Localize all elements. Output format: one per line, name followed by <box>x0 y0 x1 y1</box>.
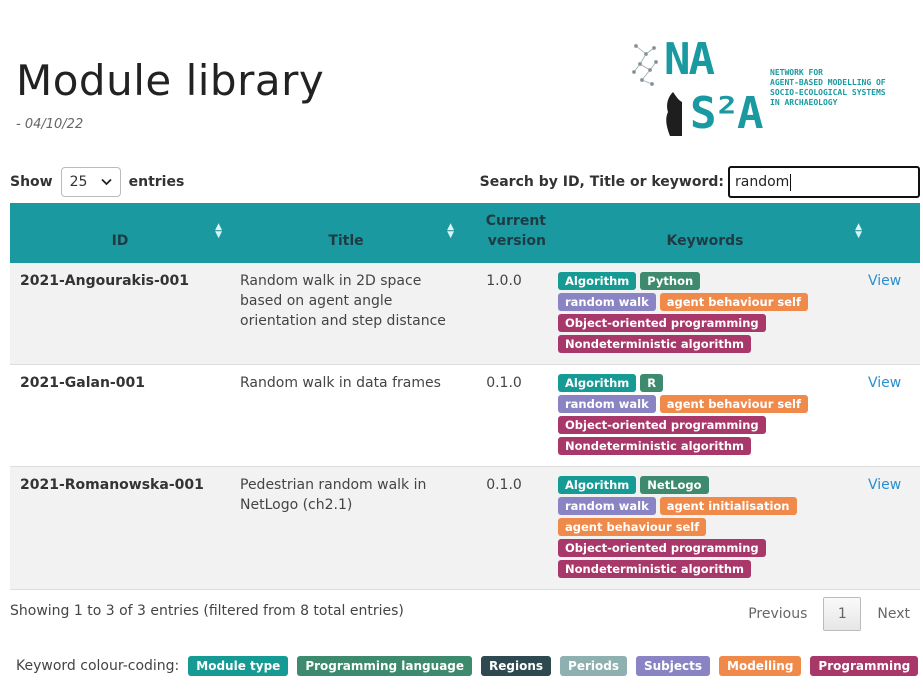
keyword-badge: Nondeterministic algorithm <box>558 560 751 578</box>
view-link[interactable]: View <box>864 365 920 466</box>
legend-badge: Module type <box>188 656 289 676</box>
network-icon <box>632 44 658 87</box>
legend-badge: Periods <box>560 656 627 676</box>
search-input[interactable]: random <box>728 166 920 198</box>
keyword-badge: Nondeterministic algorithm <box>558 437 751 455</box>
module-version: 0.1.0 <box>486 477 522 493</box>
column-header-version[interactable]: Current version <box>462 203 546 263</box>
table-footer: Showing 1 to 3 of 3 entries (filtered fr… <box>10 596 920 632</box>
keyword-list: Algorithm NetLogo random walk agent initial… <box>546 467 864 589</box>
show-label: Show <box>10 174 53 190</box>
table-header: ID ▲ ▼ Title ▲ ▼ Current version Keywords … <box>10 203 920 263</box>
table-row: 2021-Galan-001 Random walk in data frame… <box>10 365 920 467</box>
keyword-badge: Algorithm <box>558 476 637 494</box>
legend-badge: Programming language <box>297 656 473 676</box>
keyword-badge: R <box>640 374 664 392</box>
keyword-badge: Python <box>640 272 701 290</box>
page-1-button[interactable]: 1 <box>823 597 862 631</box>
keyword-badge: Object-oriented programming <box>558 314 766 332</box>
keyword-list: Algorithm Rrandom walk agent behaviour sel… <box>546 365 864 466</box>
keyword-legend: Keyword colour-coding: Module type Progra… <box>16 656 919 676</box>
entries-select[interactable]: 25 <box>60 167 121 197</box>
sort-icon: ▲ ▼ <box>855 222 862 240</box>
module-title: Random walk in data frames <box>240 375 441 391</box>
module-id: 2021-Galan-001 <box>20 375 145 391</box>
module-version: 1.0.0 <box>486 273 522 289</box>
table-row: 2021-Romanowska-001 Pedestrian random wa… <box>10 467 920 590</box>
page-date: - 04/10/22 <box>16 117 84 132</box>
keyword-badge: agent behaviour self <box>659 395 808 413</box>
table-row: 2021-Angourakis-001 Random walk in 2D sp… <box>10 263 920 365</box>
keyword-line: Object-oriented programming <box>558 416 854 434</box>
keyword-badge: random walk <box>558 395 656 413</box>
nas2a-logo: NA S²A NETWORK FOR AGENT-BASED MODELLING… <box>632 34 902 139</box>
keyword-line: Nondeterministic algorithm <box>558 335 854 353</box>
keyword-line: random walk agent behaviour self <box>558 395 854 413</box>
module-title: Random walk in 2D space based on agent a… <box>240 273 446 329</box>
keyword-badge: agent initialisation <box>659 497 797 515</box>
search-input-value: random <box>735 174 790 190</box>
legend-label: Keyword colour-coding: <box>16 658 180 674</box>
legend-badge: Programming <box>810 656 919 676</box>
logo-tagline: NETWORK FOR AGENT-BASED MODELLING OF SOC… <box>770 68 886 107</box>
keyword-line: Nondeterministic algorithm <box>558 560 854 578</box>
module-id: 2021-Romanowska-001 <box>20 477 204 493</box>
table-controls: Show 25 entries Search by ID, Title or k… <box>10 166 920 198</box>
keyword-line: random walk agent initialisation <box>558 497 854 515</box>
keyword-line: random walk agent behaviour self <box>558 293 854 311</box>
column-header-keywords[interactable]: Keywords ▲ ▼ <box>546 203 864 263</box>
entries-length-control: Show 25 entries <box>10 166 184 198</box>
logo-text-s2a: S²A <box>690 88 764 139</box>
column-header-actions <box>864 203 920 263</box>
keyword-line: Algorithm NetLogo <box>558 476 854 494</box>
sort-icon: ▲ ▼ <box>447 222 454 240</box>
keyword-badge: Nondeterministic algorithm <box>558 335 751 353</box>
entries-select-value: 25 <box>69 174 88 190</box>
previous-button[interactable]: Previous <box>738 606 817 622</box>
module-table: ID ▲ ▼ Title ▲ ▼ Current version Keywords … <box>10 203 920 590</box>
view-link[interactable]: View <box>864 263 920 364</box>
keyword-badge: Object-oriented programming <box>558 416 766 434</box>
keyword-badge: NetLogo <box>640 476 709 494</box>
legend-badge: Modelling <box>719 656 802 676</box>
keyword-badge: random walk <box>558 293 656 311</box>
keyword-line: Algorithm R <box>558 374 854 392</box>
legend-badge: Regions <box>481 656 552 676</box>
keyword-line: Nondeterministic algorithm <box>558 437 854 455</box>
keyword-badge: Object-oriented programming <box>558 539 766 557</box>
keyword-badge: random walk <box>558 497 656 515</box>
head-silhouette-icon <box>666 92 682 136</box>
pagination: Previous 1 Next <box>738 596 920 632</box>
sort-icon: ▲ ▼ <box>215 222 222 240</box>
next-button[interactable]: Next <box>867 606 920 622</box>
keyword-badge: agent behaviour self <box>659 293 808 311</box>
keyword-badge: agent behaviour self <box>558 518 707 536</box>
keyword-badge: Algorithm <box>558 374 637 392</box>
keyword-line: Object-oriented programming <box>558 314 854 332</box>
entries-label: entries <box>128 174 185 190</box>
logo-text-na: NA <box>664 34 715 85</box>
legend-items: Module type Programming language Regions Pe… <box>188 656 919 676</box>
search-control: Search by ID, Title or keyword: random <box>480 166 920 198</box>
keyword-line: agent behaviour self <box>558 518 854 536</box>
page-title: Module library <box>16 56 325 105</box>
keyword-list: Algorithm Python random walk agent behaviou… <box>546 263 864 364</box>
module-title: Pedestrian random walk in NetLogo (ch2.1… <box>240 477 427 513</box>
column-header-title[interactable]: Title ▲ ▼ <box>230 203 462 263</box>
chevron-down-icon <box>100 178 112 186</box>
view-link[interactable]: View <box>864 467 920 589</box>
search-label: Search by ID, Title or keyword: <box>479 174 724 190</box>
module-id: 2021-Angourakis-001 <box>20 273 190 289</box>
text-caret <box>790 173 792 191</box>
keyword-line: Object-oriented programming <box>558 539 854 557</box>
legend-badge: Subjects <box>636 656 711 676</box>
module-version: 0.1.0 <box>486 375 522 391</box>
table-info: Showing 1 to 3 of 3 entries (filtered fr… <box>10 603 404 619</box>
keyword-line: Algorithm Python <box>558 272 854 290</box>
column-header-id[interactable]: ID ▲ ▼ <box>10 203 230 263</box>
keyword-badge: Algorithm <box>558 272 637 290</box>
